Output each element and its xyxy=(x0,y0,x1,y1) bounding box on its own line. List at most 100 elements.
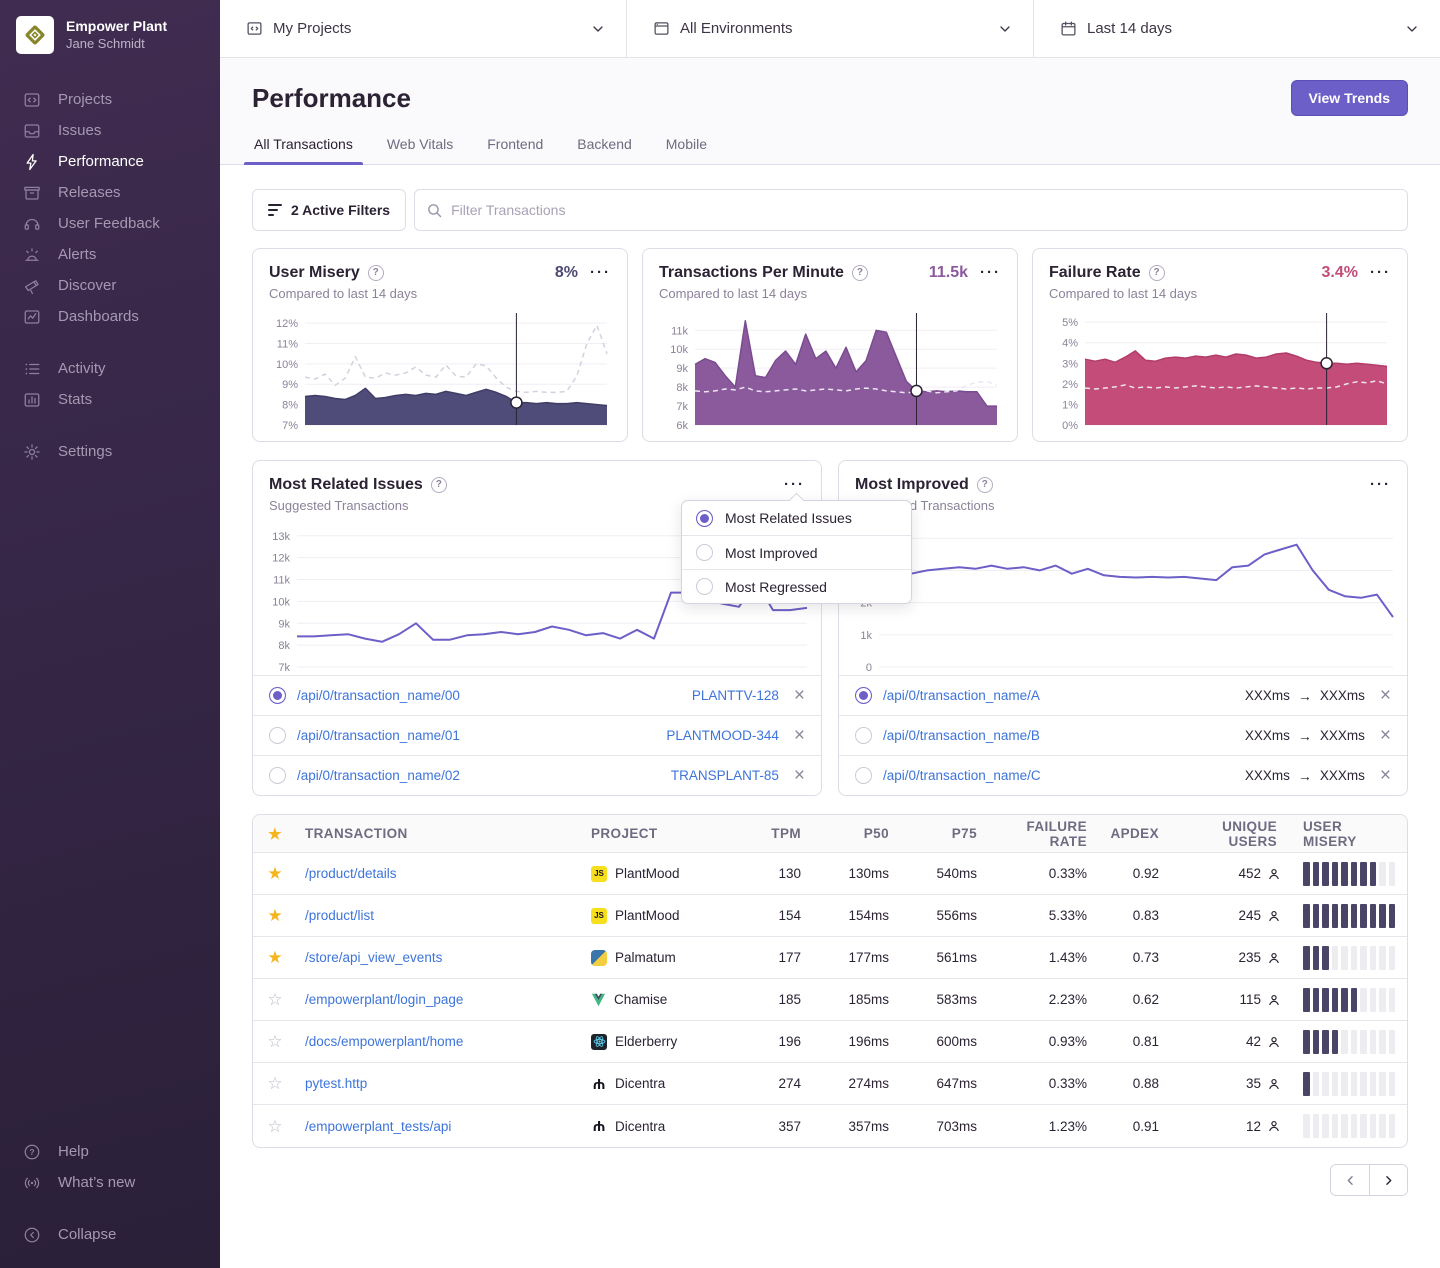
favorite-star[interactable]: ☆ xyxy=(267,1118,282,1135)
transaction-link[interactable]: /api/0/transaction_name/00 xyxy=(297,688,681,703)
project-name[interactable]: Palmatum xyxy=(615,950,676,965)
environment-selector[interactable]: All Environments xyxy=(626,0,1033,57)
radio-selected[interactable] xyxy=(269,687,286,704)
sidebar-item-settings[interactable]: Settings xyxy=(0,436,220,467)
radio-unselected[interactable] xyxy=(855,767,872,784)
date-range-selector[interactable]: Last 14 days xyxy=(1033,0,1440,57)
dropdown-item-most-improved[interactable]: Most Improved xyxy=(682,535,911,569)
tab-web-vitals[interactable]: Web Vitals xyxy=(385,136,455,164)
sidebar-collapse-button[interactable]: Collapse xyxy=(0,1219,220,1250)
project-name[interactable]: Dicentra xyxy=(615,1076,665,1091)
radio-unselected[interactable] xyxy=(269,727,286,744)
sidebar-item-projects[interactable]: Projects xyxy=(0,84,220,115)
favorite-star[interactable]: ☆ xyxy=(267,1075,282,1092)
transaction-link[interactable]: /api/0/transaction_name/B xyxy=(883,728,1234,743)
tab-frontend[interactable]: Frontend xyxy=(485,136,545,164)
transaction-link[interactable]: /docs/empowerplant/home xyxy=(305,1034,463,1049)
transaction-link[interactable]: /api/0/transaction_name/C xyxy=(883,768,1234,783)
close-icon[interactable] xyxy=(790,766,805,785)
transaction-link[interactable]: /empowerplant_tests/api xyxy=(305,1119,451,1134)
tab-mobile[interactable]: Mobile xyxy=(664,136,709,164)
svg-text:0: 0 xyxy=(866,662,872,671)
org-switcher[interactable]: Empower Plant Jane Schmidt xyxy=(0,16,220,54)
sidebar-item-user-feedback[interactable]: User Feedback xyxy=(0,208,220,239)
help-circle-icon[interactable]: ? xyxy=(852,265,868,281)
favorite-star[interactable]: ★ xyxy=(267,865,282,882)
sidebar-item-help[interactable]: ? Help xyxy=(0,1136,220,1167)
user-icon xyxy=(1267,993,1281,1007)
ellipsis-menu-button[interactable] xyxy=(1366,263,1391,282)
sidebar-item-issues[interactable]: Issues xyxy=(0,115,220,146)
active-filters-button[interactable]: 2 Active Filters xyxy=(252,189,406,231)
transaction-link[interactable]: /api/0/transaction_name/02 xyxy=(297,768,660,783)
issue-link[interactable]: PLANTTV-128 xyxy=(692,688,779,703)
project-name[interactable]: Chamise xyxy=(614,992,667,1007)
radio-unselected[interactable] xyxy=(855,727,872,744)
column-failure-rate[interactable]: FAILURE RATE xyxy=(991,819,1101,849)
project-name[interactable]: PlantMood xyxy=(615,866,680,881)
close-icon[interactable] xyxy=(790,726,805,745)
close-icon[interactable] xyxy=(1376,726,1391,745)
issue-link[interactable]: PLANTMOOD-344 xyxy=(666,728,779,743)
project-name[interactable]: Elderberry xyxy=(615,1034,677,1049)
project-selector[interactable]: My Projects xyxy=(220,0,626,57)
view-trends-button[interactable]: View Trends xyxy=(1291,80,1408,116)
favorite-star[interactable]: ★ xyxy=(267,949,282,966)
empower-plant-logo-icon xyxy=(22,22,48,48)
help-circle-icon[interactable]: ? xyxy=(368,265,384,281)
transaction-link[interactable]: /api/0/transaction_name/A xyxy=(883,688,1234,703)
ellipsis-menu-button[interactable] xyxy=(586,263,611,282)
favorite-star[interactable]: ☆ xyxy=(267,1033,282,1050)
sidebar-item-whats-new[interactable]: What’s new xyxy=(0,1167,220,1198)
transaction-link[interactable]: /product/details xyxy=(305,866,397,881)
list-item: /api/0/transaction_name/C XXXmsXXXms xyxy=(839,755,1407,795)
issue-link[interactable]: TRANSPLANT-85 xyxy=(671,768,779,783)
failure-rate-chart[interactable]: 5%4%3%2%1%0% xyxy=(1049,311,1391,429)
column-p75[interactable]: P75 xyxy=(903,826,991,841)
ellipsis-menu-button[interactable] xyxy=(976,263,1001,282)
sidebar-item-alerts[interactable]: Alerts xyxy=(0,239,220,270)
dropdown-item-most-related-issues[interactable]: Most Related Issues xyxy=(682,501,911,535)
column-tpm[interactable]: TPM xyxy=(751,826,815,841)
favorite-star[interactable]: ★ xyxy=(267,907,282,924)
radio-selected[interactable] xyxy=(855,687,872,704)
sidebar-item-activity[interactable]: Activity xyxy=(0,353,220,384)
column-unique-users[interactable]: UNIQUE USERS xyxy=(1173,819,1291,849)
help-circle-icon[interactable]: ? xyxy=(431,477,447,493)
transaction-link[interactable]: /store/api_view_events xyxy=(305,950,442,965)
transaction-link[interactable]: /api/0/transaction_name/01 xyxy=(297,728,655,743)
sidebar-item-releases[interactable]: Releases xyxy=(0,177,220,208)
transaction-link[interactable]: /empowerplant/login_page xyxy=(305,992,463,1007)
user-misery-chart[interactable]: 12%11%10%9%8%7% xyxy=(269,311,611,429)
help-circle-icon[interactable]: ? xyxy=(977,477,993,493)
sidebar-item-dashboards[interactable]: Dashboards xyxy=(0,301,220,332)
sidebar-item-performance[interactable]: Performance xyxy=(0,146,220,177)
column-user-misery[interactable]: USER MISERY xyxy=(1291,819,1407,849)
transaction-link[interactable]: pytest.http xyxy=(305,1076,367,1091)
dropdown-item-most-regressed[interactable]: Most Regressed xyxy=(682,569,911,603)
ellipsis-menu-button[interactable] xyxy=(780,475,805,494)
project-name[interactable]: Dicentra xyxy=(615,1119,665,1134)
transaction-link[interactable]: /product/list xyxy=(305,908,374,923)
most-improved-chart[interactable]: 2k1k0 xyxy=(849,521,1397,671)
column-p50[interactable]: P50 xyxy=(815,826,903,841)
favorite-star[interactable]: ☆ xyxy=(267,991,282,1008)
project-name[interactable]: PlantMood xyxy=(615,908,680,923)
close-icon[interactable] xyxy=(1376,686,1391,705)
column-apdex[interactable]: APDEX xyxy=(1101,826,1173,841)
filter-transactions-input[interactable] xyxy=(414,189,1408,231)
next-page-button[interactable] xyxy=(1369,1165,1407,1195)
column-project[interactable]: PROJECT xyxy=(583,826,751,841)
close-icon[interactable] xyxy=(1376,766,1391,785)
close-icon[interactable] xyxy=(790,686,805,705)
tab-all-transactions[interactable]: All Transactions xyxy=(252,136,355,164)
tpm-chart[interactable]: 11k10k9k8k7k6k xyxy=(659,311,1001,429)
radio-unselected[interactable] xyxy=(269,767,286,784)
ellipsis-menu-button[interactable] xyxy=(1366,475,1391,494)
sidebar-item-stats[interactable]: Stats xyxy=(0,384,220,415)
tab-backend[interactable]: Backend xyxy=(575,136,633,164)
column-transaction[interactable]: TRANSACTION xyxy=(297,826,583,841)
help-circle-icon[interactable]: ? xyxy=(1149,265,1165,281)
sidebar-item-discover[interactable]: Discover xyxy=(0,270,220,301)
previous-page-button[interactable] xyxy=(1331,1165,1369,1195)
